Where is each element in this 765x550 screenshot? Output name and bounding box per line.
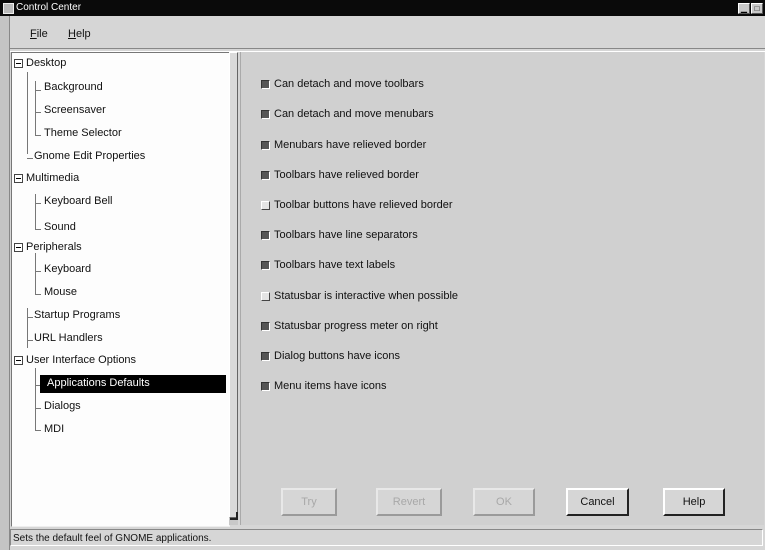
option-label: Menu items have icons <box>274 380 387 392</box>
menu-file-mnemonic: F <box>30 28 37 40</box>
tree-item-dialogs[interactable]: Dialogs <box>12 396 229 418</box>
option-label: Can detach and move menubars <box>274 108 434 120</box>
tree-item-label: Peripherals <box>26 241 82 253</box>
capplet-tree[interactable]: Desktop Background Screensaver Theme Sel… <box>11 52 230 527</box>
minimize-icon[interactable]: ▁ <box>738 3 750 14</box>
tree-item-label: Mouse <box>44 286 78 298</box>
option-menu-item-icons[interactable]: Menu items have icons <box>261 378 741 398</box>
option-label: Toolbars have relieved border <box>274 169 419 181</box>
tree-item-peripherals[interactable]: Peripherals <box>12 237 229 259</box>
checkbox[interactable] <box>261 261 270 270</box>
tree-item-label: User Interface Options <box>26 354 137 366</box>
try-button[interactable]: Try <box>281 488 337 516</box>
option-detach-toolbars[interactable]: Can detach and move toolbars <box>261 76 741 96</box>
tree-item-screensaver[interactable]: Screensaver <box>12 100 229 122</box>
tree-item-label: Sound <box>44 221 76 233</box>
tree-item-label: Applications Defaults <box>44 376 153 390</box>
collapse-icon[interactable] <box>14 356 23 365</box>
tree-item-mouse[interactable]: Mouse <box>12 282 229 304</box>
tree-item-label: Multimedia <box>26 172 80 184</box>
revert-button[interactable]: Revert <box>376 488 442 516</box>
tree-item-label: Keyboard <box>44 263 92 275</box>
tree-item-label: Theme Selector <box>44 127 122 139</box>
checkbox[interactable] <box>261 352 270 361</box>
menubar: File Help <box>10 24 765 46</box>
tree-item-label: MDI <box>44 423 65 435</box>
window-title: Control Center <box>16 2 82 13</box>
tree-item-label: Desktop <box>26 57 67 69</box>
title-bar: Control Center ▁ □ <box>0 0 765 16</box>
tree-item-desktop[interactable]: Desktop <box>12 53 229 75</box>
option-dialog-button-icons[interactable]: Dialog buttons have icons <box>261 348 741 368</box>
tree-item-gnome-edit-properties[interactable]: Gnome Edit Properties <box>12 146 229 168</box>
tree-item-sound[interactable]: Sound <box>12 217 229 239</box>
option-label: Toolbar buttons have relieved border <box>274 199 453 211</box>
option-toolbar-text-labels[interactable]: Toolbars have text labels <box>261 257 741 277</box>
tree-item-url-handlers[interactable]: URL Handlers <box>12 328 229 350</box>
checkbox[interactable] <box>261 171 270 180</box>
checkbox[interactable] <box>261 382 270 391</box>
tree-item-label: Screensaver <box>44 104 106 116</box>
tree-item-label: Startup Programs <box>34 309 121 321</box>
option-statusbar-interactive[interactable]: Statusbar is interactive when possible <box>261 288 741 308</box>
help-button[interactable]: Help <box>663 488 725 516</box>
menu-help-mnemonic: H <box>68 28 76 40</box>
pane-resize-handle[interactable] <box>230 512 238 520</box>
checkbox[interactable] <box>261 292 270 301</box>
tree-item-background[interactable]: Background <box>12 77 229 99</box>
checkbox[interactable] <box>261 201 270 210</box>
window-menu-icon[interactable] <box>3 3 14 14</box>
option-statusbar-meter-right[interactable]: Statusbar progress meter on right <box>261 318 741 338</box>
checkbox[interactable] <box>261 141 270 150</box>
option-label: Toolbars have text labels <box>274 259 396 271</box>
tree-item-mdi[interactable]: MDI <box>12 419 229 441</box>
collapse-icon[interactable] <box>14 243 23 252</box>
tree-item-user-interface-options[interactable]: User Interface Options <box>12 350 229 372</box>
option-detach-menubars[interactable]: Can detach and move menubars <box>261 106 741 126</box>
menu-file[interactable]: File <box>30 28 48 40</box>
tree-item-startup-programs[interactable]: Startup Programs <box>12 305 229 327</box>
checkbox[interactable] <box>261 322 270 331</box>
option-label: Toolbars have line separators <box>274 229 418 241</box>
maximize-icon[interactable]: □ <box>751 3 763 14</box>
tree-item-label: URL Handlers <box>34 332 103 344</box>
option-toolbar-button-relief[interactable]: Toolbar buttons have relieved border <box>261 197 741 217</box>
status-bar: Sets the default feel of GNOME applicati… <box>10 529 763 546</box>
option-menubar-relief[interactable]: Menubars have relieved border <box>261 137 741 157</box>
menu-help[interactable]: Help <box>68 28 91 40</box>
window-frame-left <box>0 16 10 550</box>
tree-item-label: Background <box>44 81 103 93</box>
option-label: Statusbar progress meter on right <box>274 320 438 332</box>
checkbox[interactable] <box>261 110 270 119</box>
collapse-icon[interactable] <box>14 59 23 68</box>
ok-button[interactable]: OK <box>473 488 535 516</box>
tree-item-label: Gnome Edit Properties <box>34 150 146 162</box>
cancel-button[interactable]: Cancel <box>566 488 629 516</box>
collapse-icon[interactable] <box>14 174 23 183</box>
tree-item-label: Keyboard Bell <box>44 195 113 207</box>
option-label: Statusbar is interactive when possible <box>274 290 459 302</box>
menu-file-label: ile <box>36 28 48 40</box>
tree-item-applications-defaults[interactable]: Applications Defaults <box>12 373 229 395</box>
option-toolbar-relief[interactable]: Toolbars have relieved border <box>261 167 741 187</box>
option-label: Can detach and move toolbars <box>274 78 424 90</box>
option-toolbar-line-separators[interactable]: Toolbars have line separators <box>261 227 741 247</box>
checkbox[interactable] <box>261 80 270 89</box>
tree-scrollbar-thumb[interactable] <box>229 52 238 518</box>
applications-defaults-panel: Can detach and move toolbars Can detach … <box>240 52 764 525</box>
tree-item-label: Dialogs <box>44 400 81 412</box>
option-label: Menubars have relieved border <box>274 139 427 151</box>
tree-item-keyboard-bell[interactable]: Keyboard Bell <box>12 191 229 213</box>
menu-help-label: elp <box>75 28 91 40</box>
option-label: Dialog buttons have icons <box>274 350 400 362</box>
tree-item-keyboard[interactable]: Keyboard <box>12 259 229 281</box>
tree-item-theme-selector[interactable]: Theme Selector <box>12 123 229 145</box>
checkbox[interactable] <box>261 231 270 240</box>
tree-item-multimedia[interactable]: Multimedia <box>12 168 229 190</box>
